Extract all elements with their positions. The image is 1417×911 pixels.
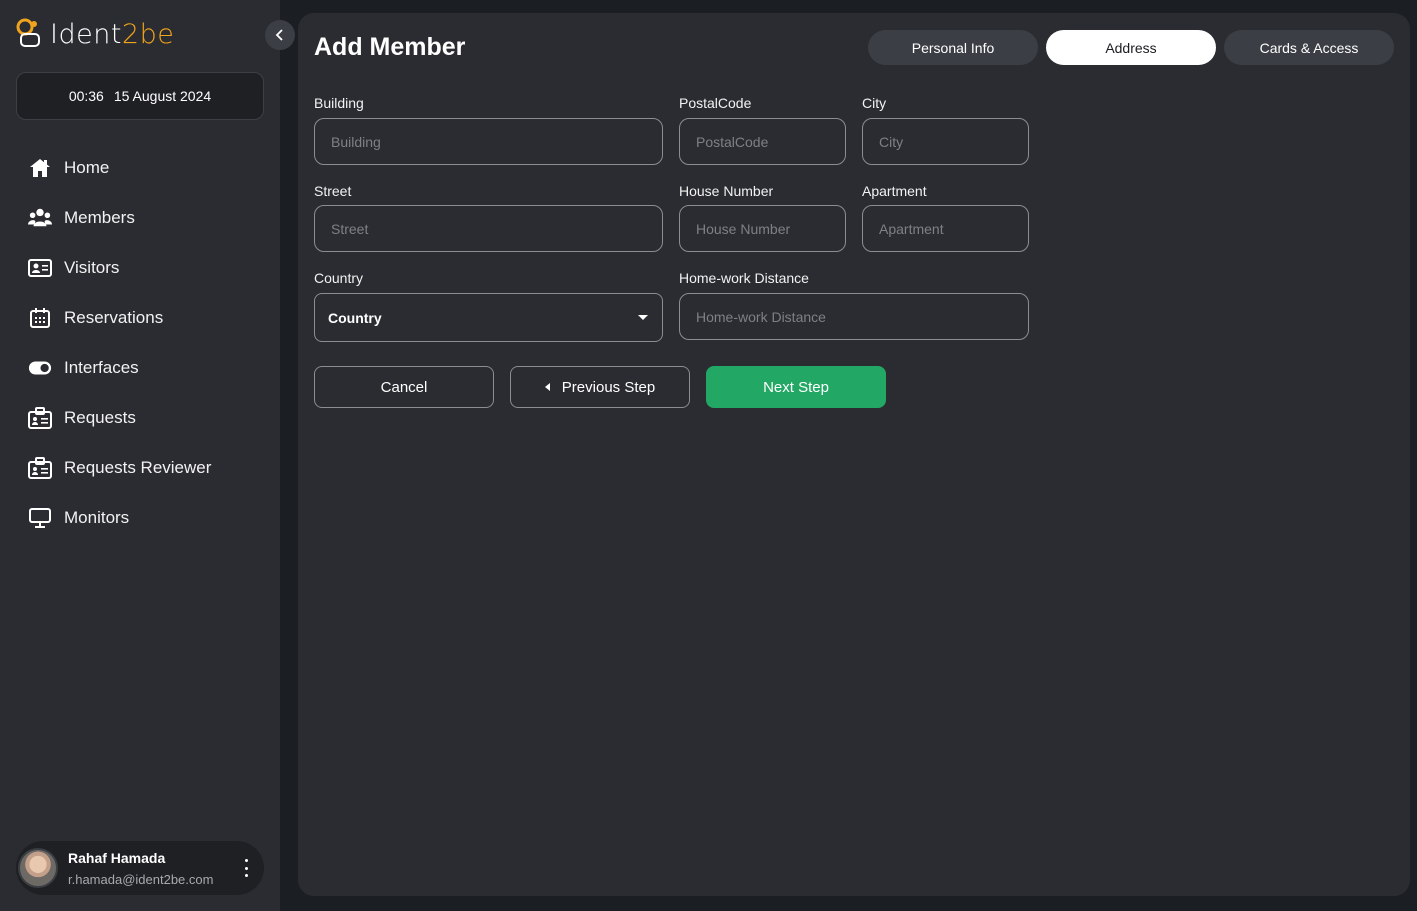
next-step-label: Next Step [763,378,829,396]
brand-logo[interactable]: Ident2be [16,16,174,52]
sidebar: Ident2be 00:36 15 August 2024 Home Membe… [0,0,280,911]
country-select[interactable]: Country [314,293,663,342]
sidebar-item-reservations[interactable]: Reservations [0,293,280,343]
datetime-display: 00:36 15 August 2024 [16,72,264,120]
caret-down-icon [638,315,648,320]
user-profile[interactable]: Rahaf Hamada r.hamada@ident2be.com [16,841,264,895]
current-time: 00:36 [68,88,104,104]
street-label: Street [314,183,352,199]
apartment-input[interactable] [862,205,1029,252]
sidebar-item-label: Home [64,158,110,177]
more-vertical-icon[interactable] [242,859,250,877]
next-step-button[interactable]: Next Step [706,366,886,408]
building-input[interactable] [314,118,663,165]
calendar-icon [28,306,52,330]
tab-address[interactable]: Address [1046,30,1216,65]
monitor-icon [28,506,52,530]
members-icon [28,206,52,230]
tab-personal-info[interactable]: Personal Info [868,30,1038,65]
user-info: Rahaf Hamada r.hamada@ident2be.com [68,850,213,887]
sidebar-item-label: Requests Reviewer [64,458,212,477]
sidebar-item-label: Members [64,208,135,227]
chevron-left-icon [275,29,283,41]
current-date: 15 August 2024 [113,88,212,104]
postal-code-input[interactable] [679,118,846,165]
sidebar-item-requests-reviewer[interactable]: Requests Reviewer [0,443,280,493]
cancel-button[interactable]: Cancel [314,366,494,408]
house-number-input[interactable] [679,205,846,252]
tab-cards-access[interactable]: Cards & Access [1224,30,1394,65]
step-tabs: Personal Info Address Cards & Access [868,30,1394,65]
sidebar-nav: Home Members Visitors Reservations Inter… [0,143,280,543]
sidebar-item-monitors[interactable]: Monitors [0,493,280,543]
brand-name: Ident2be [50,19,174,50]
country-label: Country [314,270,364,286]
apartment-label: Apartment [862,183,927,199]
distance-label: Home-work Distance [679,270,809,286]
building-label: Building [314,95,364,111]
distance-input[interactable] [679,293,1029,340]
user-name: Rahaf Hamada [68,849,166,866]
main-panel: Add Member Personal Info Address Cards &… [298,13,1410,896]
sidebar-item-label: Visitors [64,258,120,277]
brand-name-part2: 2be [121,18,175,50]
sidebar-item-members[interactable]: Members [0,193,280,243]
sidebar-item-requests[interactable]: Requests [0,393,280,443]
brand-name-part1: Ident [50,18,122,50]
city-input[interactable] [862,118,1029,165]
house-number-label: House Number [679,183,774,199]
user-email: r.hamada@ident2be.com [68,871,214,887]
caret-left-icon [544,383,550,391]
id-badge-icon [28,406,52,430]
sidebar-item-label: Monitors [64,508,130,527]
logo-icon [16,18,48,50]
visitor-card-icon [28,256,52,280]
street-input[interactable] [314,205,663,252]
sidebar-item-label: Interfaces [64,358,139,377]
sidebar-item-label: Reservations [64,308,164,327]
home-icon [28,156,52,180]
country-selected-value: Country [328,309,382,326]
toggle-icon [28,356,52,380]
collapse-sidebar-button[interactable] [265,20,295,50]
sidebar-item-home[interactable]: Home [0,143,280,193]
sidebar-item-label: Requests [64,408,136,427]
previous-step-label: Previous Step [561,378,656,396]
sidebar-item-visitors[interactable]: Visitors [0,243,280,293]
page-title: Add Member [314,33,466,61]
avatar [18,848,58,888]
cancel-button-label: Cancel [380,378,428,396]
sidebar-item-interfaces[interactable]: Interfaces [0,343,280,393]
previous-step-button[interactable]: Previous Step [510,366,690,408]
postal-code-label: PostalCode [679,95,752,111]
id-badge-icon [28,456,52,480]
city-label: City [862,95,887,111]
